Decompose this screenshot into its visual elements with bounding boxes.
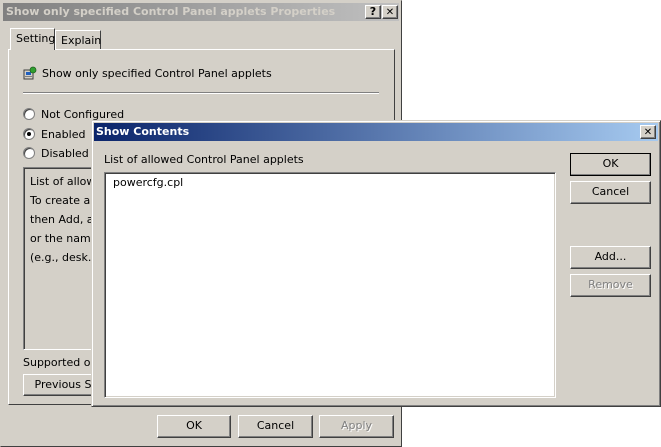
list-label: List of allowed Control Panel applets [104,153,304,166]
radio-disabled-circle [23,147,35,159]
applet-list[interactable]: powercfg.cpl [104,172,556,398]
ok-button[interactable]: OK [157,415,231,438]
radio-not-configured-circle [23,108,35,120]
show-contents-dialog: Show Contents ✕ List of allowed Control … [91,120,661,407]
show-contents-title: Show Contents [96,125,190,138]
properties-title: Show only specified Control Panel applet… [6,5,336,18]
policy-name: Show only specified Control Panel applet… [42,67,272,80]
add-button[interactable]: Add... [570,246,651,269]
properties-close-button[interactable]: ✕ [382,5,398,19]
cancel-label: Cancel [256,419,295,432]
previous-setting-label: Previous S [34,378,92,391]
description-line: then Add, an [30,213,101,226]
policy-icon [23,66,37,80]
show-contents-ok-label: OK [602,157,619,170]
show-contents-close-button[interactable]: ✕ [640,125,656,139]
add-label: Add... [594,250,627,263]
radio-disabled-label: Disabled [41,147,89,160]
apply-label: Apply [340,419,373,432]
show-contents-cancel-label: Cancel [591,185,630,198]
supported-on-label: Supported on: [23,356,102,369]
show-contents-title-bar[interactable]: Show Contents ✕ [94,123,658,141]
list-item[interactable]: powercfg.cpl [113,176,183,189]
ok-label: OK [186,419,202,432]
separator [23,92,379,94]
help-icon: ? [369,5,377,18]
radio-enabled-circle [23,128,35,140]
cancel-button[interactable]: Cancel [238,415,313,438]
help-button[interactable]: ? [365,5,381,19]
close-icon: ✕ [643,127,653,138]
apply-button[interactable]: Apply [319,415,394,438]
tab-setting[interactable]: Setting [10,28,55,50]
remove-label: Remove [588,278,633,291]
remove-button[interactable]: Remove [570,274,651,297]
properties-title-bar[interactable]: Show only specified Control Panel applet… [3,3,399,21]
tab-setting-label: Setting [16,32,56,45]
tab-explain[interactable]: Explain [55,30,101,49]
radio-enabled-label: Enabled [41,128,86,141]
description-line: To create a li [30,194,100,207]
show-contents-ok-button[interactable]: OK [570,153,651,176]
close-icon: ✕ [385,7,395,18]
show-contents-cancel-button[interactable]: Cancel [570,181,651,204]
tab-explain-label: Explain [61,34,102,47]
